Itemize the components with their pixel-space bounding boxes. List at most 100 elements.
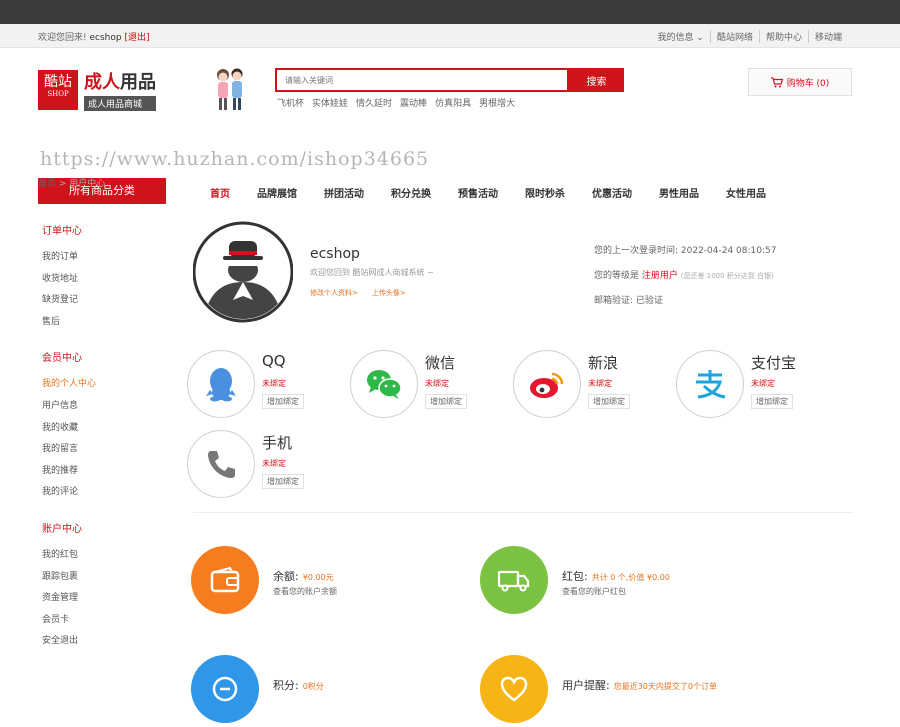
hotword-link[interactable]: 震动棒: [400, 96, 427, 109]
hot-keywords: 飞机杯 实体娃娃 情久延时 震动棒 仿真阳具 男根增大: [277, 96, 515, 109]
bind-name: 微信: [425, 354, 456, 372]
nav-item-presale[interactable]: 预售活动: [458, 185, 498, 200]
hotword-link[interactable]: 实体娃娃: [312, 96, 348, 109]
search-bar: 搜索: [275, 68, 624, 92]
sidebar-item-favorites[interactable]: 我的收藏: [42, 420, 162, 442]
bind-alipay: 支付宝 未绑定 增加绑定: [676, 350, 836, 420]
sidebar-item-messages[interactable]: 我的留言: [42, 441, 162, 463]
search-button[interactable]: 搜索: [569, 68, 624, 92]
sidebar-item-track-package[interactable]: 跟踪包裹: [42, 569, 162, 591]
add-binding-button[interactable]: 增加绑定: [262, 394, 304, 409]
red-packet-circle[interactable]: [480, 546, 548, 614]
red-packet-link[interactable]: 查看您的账户红包: [562, 586, 626, 597]
account-balance: 余额: ¥0.00元 查看您的账户余额: [191, 546, 481, 618]
bind-status: 未绑定: [262, 459, 286, 468]
wechat-icon: [367, 370, 402, 399]
nav-item-flash-sale[interactable]: 限时秒杀: [525, 185, 565, 200]
account-red-packets: 红包: 共计 0 个,价值 ¥0.00 查看您的账户红包: [480, 546, 770, 618]
cart-label: 购物车 (0): [786, 78, 830, 89]
bind-name: 手机: [262, 434, 293, 452]
breadcrumb-home[interactable]: 首页: [38, 179, 56, 189]
logo-title-dark: 用品: [120, 72, 156, 93]
red-packet-label: 红包: 共计 0 个,价值 ¥0.00: [562, 568, 670, 584]
email-verify-text: 邮箱验证: 已验证: [594, 296, 663, 306]
truck-icon: [497, 570, 530, 592]
help-center-link[interactable]: 帮助中心: [758, 30, 808, 43]
site-link[interactable]: 酷站网络: [709, 30, 759, 43]
profile-username: ecshop: [310, 246, 360, 262]
nav-item-brands[interactable]: 品牌展馆: [257, 185, 297, 200]
sidebar-item-stockout[interactable]: 缺货登记: [42, 292, 162, 314]
search-input[interactable]: [275, 68, 569, 92]
reminder-title: 用户提醒:: [562, 679, 610, 692]
sidebar-group-account: 账户中心 我的红包 跟踪包裹 资金管理 会员卡 安全退出: [42, 520, 162, 655]
points-circle[interactable]: [191, 655, 259, 723]
profile-info: 您的上一次登录时间: 2022-04-24 08:10:57 您的等级是 注册用…: [594, 243, 776, 318]
profile-links: 修改个人资料> 上传头像>: [310, 288, 406, 298]
edit-profile-link[interactable]: 修改个人资料>: [310, 288, 358, 298]
bind-status: 未绑定: [751, 379, 775, 388]
balance-title: 余额:: [273, 570, 299, 583]
qq-circle[interactable]: [187, 350, 255, 418]
add-binding-button[interactable]: 增加绑定: [425, 394, 467, 409]
points-title: 积分:: [273, 679, 299, 692]
add-binding-button[interactable]: 增加绑定: [751, 394, 793, 409]
top-dark-bar: [0, 0, 900, 24]
bind-status: 未绑定: [588, 379, 612, 388]
balance-link[interactable]: 查看您的账户余额: [273, 586, 337, 597]
rank-line: 您的等级是 注册用户 (您还差 1000 积分达到 白银): [594, 268, 776, 281]
sidebar-item-profile-center[interactable]: 我的个人中心: [42, 376, 162, 398]
alipay-circle[interactable]: [676, 350, 744, 418]
my-info-link[interactable]: 我的信息 ⌄: [652, 30, 710, 43]
cart-button[interactable]: 购物车 (0): [748, 68, 852, 96]
logo-text: 成人用品 成人用品商城: [84, 68, 156, 111]
sidebar-item-my-orders[interactable]: 我的订单: [42, 249, 162, 271]
nav-item-home[interactable]: 首页: [210, 185, 230, 200]
hotword-link[interactable]: 情久延时: [356, 96, 392, 109]
wechat-circle[interactable]: [350, 350, 418, 418]
sidebar-group-member: 会员中心 我的个人中心 用户信息 我的收藏 我的留言 我的推荐 我的评论: [42, 349, 162, 506]
profile-slogan: 欢迎您回到 酷站网成人商城系统 ~: [310, 268, 434, 277]
sidebar-item-user-info[interactable]: 用户信息: [42, 398, 162, 420]
bind-name: 新浪: [588, 354, 619, 372]
welcome-label: 欢迎您回来!: [38, 33, 87, 43]
hotword-link[interactable]: 飞机杯: [277, 96, 304, 109]
avatar[interactable]: [193, 220, 293, 324]
phone-icon: [208, 451, 235, 478]
balance-value: ¥0.00元: [302, 573, 334, 582]
sidebar-item-sign-out[interactable]: 安全退出: [42, 633, 162, 655]
nav-item-men[interactable]: 男性用品: [659, 185, 699, 200]
sidebar-item-addresses[interactable]: 收货地址: [42, 271, 162, 293]
logout-link[interactable]: [退出]: [124, 33, 149, 43]
welcome-text: 欢迎您回来! ecshop [退出]: [38, 30, 150, 43]
sidebar-item-after-sales[interactable]: 售后: [42, 314, 162, 336]
weibo-circle[interactable]: [513, 350, 581, 418]
reminder-circle[interactable]: [480, 655, 548, 723]
info-bar: 欢迎您回来! ecshop [退出] 我的信息 ⌄ 酷站网络 帮助中心 移动端: [0, 24, 900, 48]
bind-name: 支付宝: [751, 354, 797, 372]
logo-subtitle: 成人用品商城: [84, 96, 156, 111]
sidebar-item-red-packets[interactable]: 我的红包: [42, 547, 162, 569]
qq-icon: [206, 368, 236, 402]
logo-mark-sub: SHOP: [47, 89, 69, 98]
nav-item-promotions[interactable]: 优惠活动: [592, 185, 632, 200]
add-binding-button[interactable]: 增加绑定: [588, 394, 630, 409]
sidebar-item-referrals[interactable]: 我的推荐: [42, 463, 162, 485]
sidebar-group-title: 账户中心: [42, 523, 82, 535]
add-binding-button[interactable]: 增加绑定: [262, 474, 304, 489]
upload-avatar-link[interactable]: 上传头像>: [372, 288, 406, 298]
nav-item-points[interactable]: 积分兑换: [391, 185, 431, 200]
sidebar-item-reviews[interactable]: 我的评论: [42, 484, 162, 506]
welcome-username[interactable]: ecshop: [89, 33, 121, 43]
phone-circle[interactable]: [187, 430, 255, 498]
rank-note: (您还差 1000 积分达到 白银): [680, 272, 774, 280]
hotword-link[interactable]: 男根增大: [479, 96, 515, 109]
nav-item-group-buy[interactable]: 拼团活动: [324, 185, 364, 200]
sidebar-item-funds[interactable]: 资金管理: [42, 590, 162, 612]
sidebar-item-member-card[interactable]: 会员卡: [42, 612, 162, 634]
site-logo[interactable]: 酷站 SHOP 成人用品 成人用品商城: [38, 68, 156, 111]
mobile-link[interactable]: 移动端: [807, 30, 848, 43]
nav-item-women[interactable]: 女性用品: [726, 185, 766, 200]
wallet-circle[interactable]: [191, 546, 259, 614]
hotword-link[interactable]: 仿真阳具: [435, 96, 471, 109]
